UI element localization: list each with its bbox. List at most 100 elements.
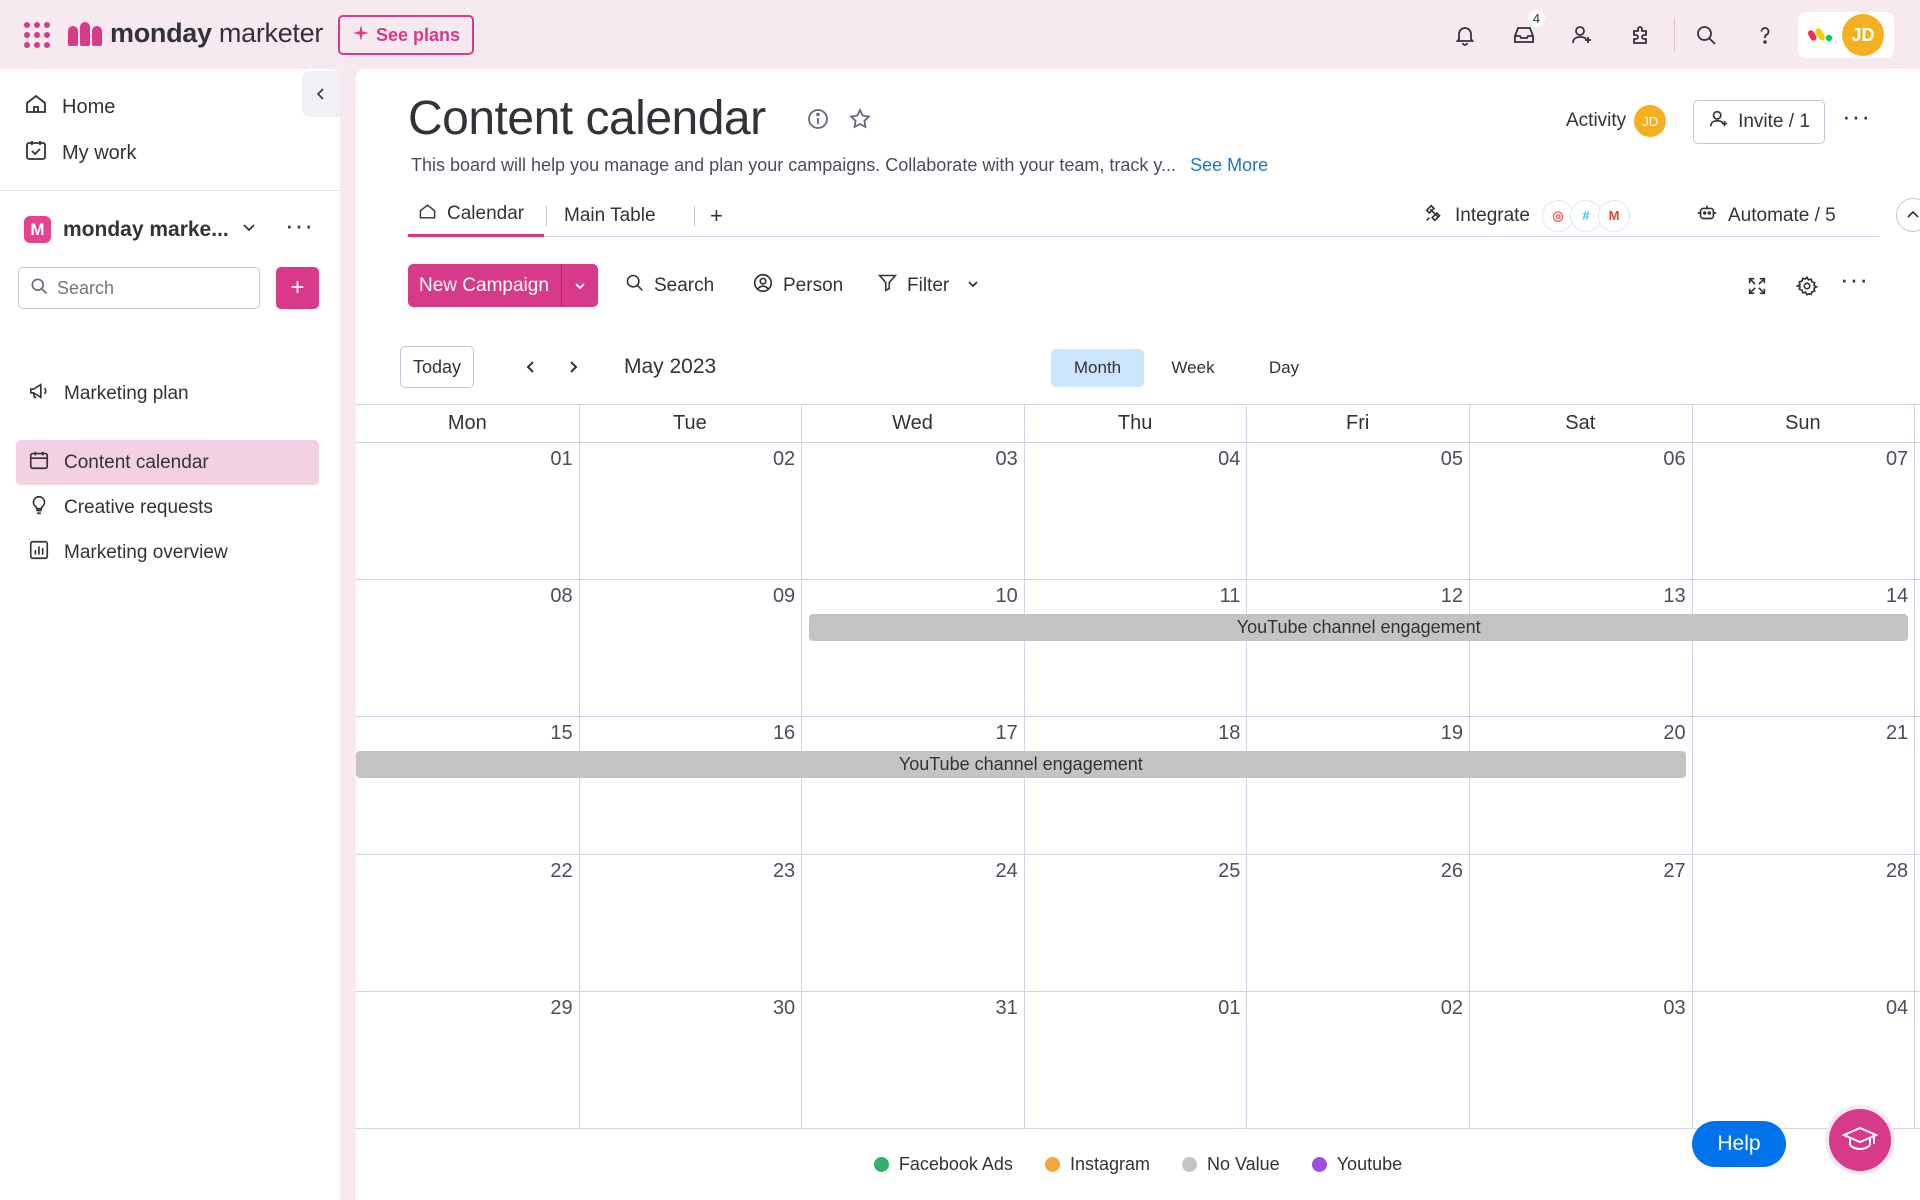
day-cell-number[interactable]: 04 xyxy=(1848,997,1908,1020)
workspace-selector[interactable]: M monday marke... xyxy=(24,216,257,243)
grid-line xyxy=(1691,404,1693,1128)
see-more-link[interactable]: See More xyxy=(1190,155,1268,175)
toolbar-more-icon[interactable]: ··· xyxy=(1840,264,1869,295)
tab-main-table[interactable]: Main Table xyxy=(564,194,656,237)
day-cell-number[interactable]: 14 xyxy=(1848,585,1908,608)
day-cell-number[interactable]: 17 xyxy=(958,722,1018,745)
day-cell-number[interactable]: 09 xyxy=(735,585,795,608)
grid-line xyxy=(356,579,1920,581)
integrate-button[interactable]: Integrate ◎ # M xyxy=(1423,194,1630,237)
legend-label: No Value xyxy=(1206,1153,1280,1174)
account-menu[interactable]: JD xyxy=(1798,12,1894,58)
info-icon[interactable] xyxy=(806,107,830,136)
day-cell-number[interactable]: 20 xyxy=(1626,722,1685,745)
search-icon[interactable] xyxy=(1687,16,1725,54)
day-cell-number[interactable]: 28 xyxy=(1848,860,1908,883)
automate-button[interactable]: Automate / 5 xyxy=(1696,194,1836,237)
view-week-button[interactable]: Week xyxy=(1148,349,1238,387)
inbox-icon[interactable]: 4 xyxy=(1505,10,1545,54)
day-cell-number[interactable]: 27 xyxy=(1626,860,1685,883)
see-plans-button[interactable]: See plans xyxy=(338,15,475,55)
day-cell-number[interactable]: 04 xyxy=(1180,448,1240,471)
page-title[interactable]: Content calendar xyxy=(408,91,766,146)
nav-home[interactable]: Home xyxy=(24,92,115,122)
home-icon xyxy=(24,92,48,122)
legend-label: Instagram xyxy=(1069,1153,1150,1174)
day-cell-number[interactable]: 08 xyxy=(513,585,572,608)
calendar-event[interactable]: YouTube channel engagement xyxy=(809,614,1909,642)
view-day-button[interactable]: Day xyxy=(1244,349,1324,387)
collapse-header-button[interactable] xyxy=(1896,198,1920,232)
day-cell-number[interactable]: 16 xyxy=(735,722,795,745)
day-cell-number[interactable]: 24 xyxy=(958,860,1018,883)
day-cell-number[interactable]: 18 xyxy=(1180,722,1240,745)
sidebar-item-marketing-plan[interactable]: Marketing plan xyxy=(16,371,319,416)
day-cell-number[interactable]: 02 xyxy=(1403,997,1463,1020)
search-button[interactable]: Search xyxy=(624,264,714,307)
day-cell-number[interactable]: 12 xyxy=(1403,585,1463,608)
add-view-button[interactable]: + xyxy=(710,194,723,237)
chevron-down-icon[interactable] xyxy=(966,275,980,297)
day-cell-number[interactable]: 07 xyxy=(1848,448,1908,471)
day-cell-number[interactable]: 26 xyxy=(1403,860,1463,883)
board-more-icon[interactable]: ··· xyxy=(1842,101,1871,132)
nav-my-work[interactable]: My work xyxy=(24,138,136,168)
sidebar-search[interactable] xyxy=(18,267,260,309)
fullscreen-icon[interactable] xyxy=(1739,268,1775,304)
today-button[interactable]: Today xyxy=(400,346,474,388)
day-cell-number[interactable]: 22 xyxy=(513,860,572,883)
day-cell-number[interactable]: 29 xyxy=(513,997,572,1020)
calendar-event[interactable]: YouTube channel engagement xyxy=(356,751,1686,779)
avatar[interactable]: JD xyxy=(1842,14,1884,56)
learning-center-button[interactable] xyxy=(1825,1105,1895,1175)
person-filter-button[interactable]: Person xyxy=(752,264,843,307)
day-cell-number[interactable]: 02 xyxy=(735,448,795,471)
sidebar-item-creative-requests[interactable]: Creative requests xyxy=(16,485,319,530)
bell-icon[interactable] xyxy=(1446,16,1484,54)
day-cell-number[interactable]: 10 xyxy=(958,585,1018,608)
day-cell-number[interactable]: 15 xyxy=(513,722,572,745)
app-switcher-icon[interactable] xyxy=(24,22,50,48)
help-button[interactable]: Help xyxy=(1692,1121,1786,1167)
workspace-more-icon[interactable]: ··· xyxy=(285,210,314,241)
star-icon[interactable] xyxy=(848,107,872,136)
day-cell-number[interactable]: 23 xyxy=(735,860,795,883)
settings-gear-icon[interactable] xyxy=(1789,268,1825,304)
app-logo[interactable]: monday marketer xyxy=(68,18,323,49)
day-cell-number[interactable]: 19 xyxy=(1403,722,1463,745)
chevron-down-icon[interactable] xyxy=(562,264,598,307)
help-question-icon[interactable] xyxy=(1746,16,1784,54)
day-cell-number[interactable]: 25 xyxy=(1180,860,1240,883)
robot-icon xyxy=(1696,202,1718,230)
weekday-header: Sun xyxy=(1785,411,1821,434)
invite-button[interactable]: Invite / 1 xyxy=(1693,100,1825,144)
filter-button[interactable]: Filter xyxy=(877,264,980,307)
next-month-button[interactable] xyxy=(558,352,588,382)
day-cell-number[interactable]: 31 xyxy=(958,997,1018,1020)
day-cell-number[interactable]: 03 xyxy=(1626,997,1685,1020)
day-cell-number[interactable]: 01 xyxy=(513,448,572,471)
new-campaign-label[interactable]: New Campaign xyxy=(408,264,562,307)
integrate-label: Integrate xyxy=(1455,204,1530,226)
add-item-button[interactable]: + xyxy=(276,267,319,309)
day-cell-number[interactable]: 13 xyxy=(1626,585,1685,608)
day-cell-number[interactable]: 05 xyxy=(1403,448,1463,471)
collapse-sidebar-button[interactable] xyxy=(302,71,340,117)
sidebar-search-input[interactable] xyxy=(57,277,237,299)
plug-icon xyxy=(1423,202,1445,230)
tab-calendar[interactable]: Calendar xyxy=(408,194,544,237)
day-cell-number[interactable]: 06 xyxy=(1626,448,1685,471)
view-month-button[interactable]: Month xyxy=(1051,349,1144,387)
day-cell-number[interactable]: 21 xyxy=(1848,722,1908,745)
new-campaign-button[interactable]: New Campaign xyxy=(408,264,598,307)
day-cell-number[interactable]: 30 xyxy=(735,997,795,1020)
invite-members-icon[interactable] xyxy=(1563,16,1601,54)
sidebar-item-marketing-overview[interactable]: Marketing overview xyxy=(16,530,319,575)
day-cell-number[interactable]: 01 xyxy=(1180,997,1240,1020)
apps-marketplace-icon[interactable] xyxy=(1622,16,1660,54)
day-cell-number[interactable]: 03 xyxy=(958,448,1018,471)
day-cell-number[interactable]: 11 xyxy=(1180,585,1241,608)
previous-month-button[interactable] xyxy=(516,352,546,382)
activity-button[interactable]: Activity JD xyxy=(1566,105,1667,137)
sidebar-item-content-calendar[interactable]: Content calendar xyxy=(16,440,319,485)
